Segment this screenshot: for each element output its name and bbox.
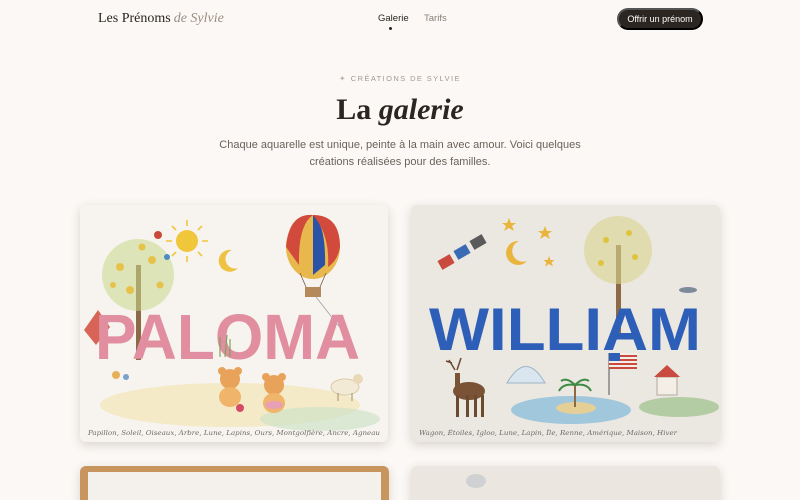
eyebrow-label: CRÉATIONS DE SYLVIE: [350, 74, 461, 83]
brand-subtitle: de Sylvie: [173, 11, 224, 26]
title-plain: La: [336, 93, 372, 126]
brand-name: Les Prénoms: [98, 11, 171, 26]
watercolor-name-william: WILLIAM: [429, 296, 701, 363]
gallery-card-3[interactable]: [80, 466, 389, 500]
william-letters: WILLIAM: [429, 296, 701, 363]
intro-text: Chaque aquarelle est unique, peinte à la…: [219, 139, 581, 168]
page-title: La galerie: [0, 93, 800, 127]
watercolor-paper: [88, 472, 381, 500]
nav-link-galerie[interactable]: Galerie: [378, 13, 409, 24]
brand-logo[interactable]: Les Prénoms de Sylvie: [98, 11, 224, 27]
active-indicator: [389, 27, 392, 30]
title-italic: galerie: [378, 93, 464, 126]
watercolor-caption-paloma: Papillon, Soleil, Oiseaux, Arbre, Lune, …: [87, 430, 380, 437]
william-watercolor: WILLIAM Wagon, Étoiles, Igloo, Lune, Lap…: [411, 205, 720, 442]
sparkle-icon: ✦: [339, 74, 347, 83]
offer-name-button[interactable]: Offrir un prénom: [617, 8, 703, 30]
gallery-card-4[interactable]: [411, 466, 720, 500]
section-eyebrow: ✦ CRÉATIONS DE SYLVIE: [0, 74, 800, 83]
paloma-letters: PALOMA: [95, 301, 360, 373]
gallery-card-william[interactable]: WILLIAM Wagon, Étoiles, Igloo, Lune, Lap…: [411, 205, 720, 442]
gallery-card-paloma[interactable]: PALOMA Papillon, Soleil, Oiseaux, Arbre,…: [80, 205, 388, 442]
paloma-watercolor: PALOMA Papillon, Soleil, Oiseaux, Arbre,…: [80, 205, 388, 442]
top-navigation: Les Prénoms de Sylvie Galerie Tarifs Offr…: [0, 0, 800, 38]
watercolor-detail: [466, 474, 486, 488]
watercolor-caption-william: Wagon, Étoiles, Igloo, Lune, Lapin, Île,…: [419, 429, 678, 437]
nav-link-tarifs[interactable]: Tarifs: [424, 13, 447, 24]
watercolor-name-paloma: PALOMA: [95, 301, 360, 373]
